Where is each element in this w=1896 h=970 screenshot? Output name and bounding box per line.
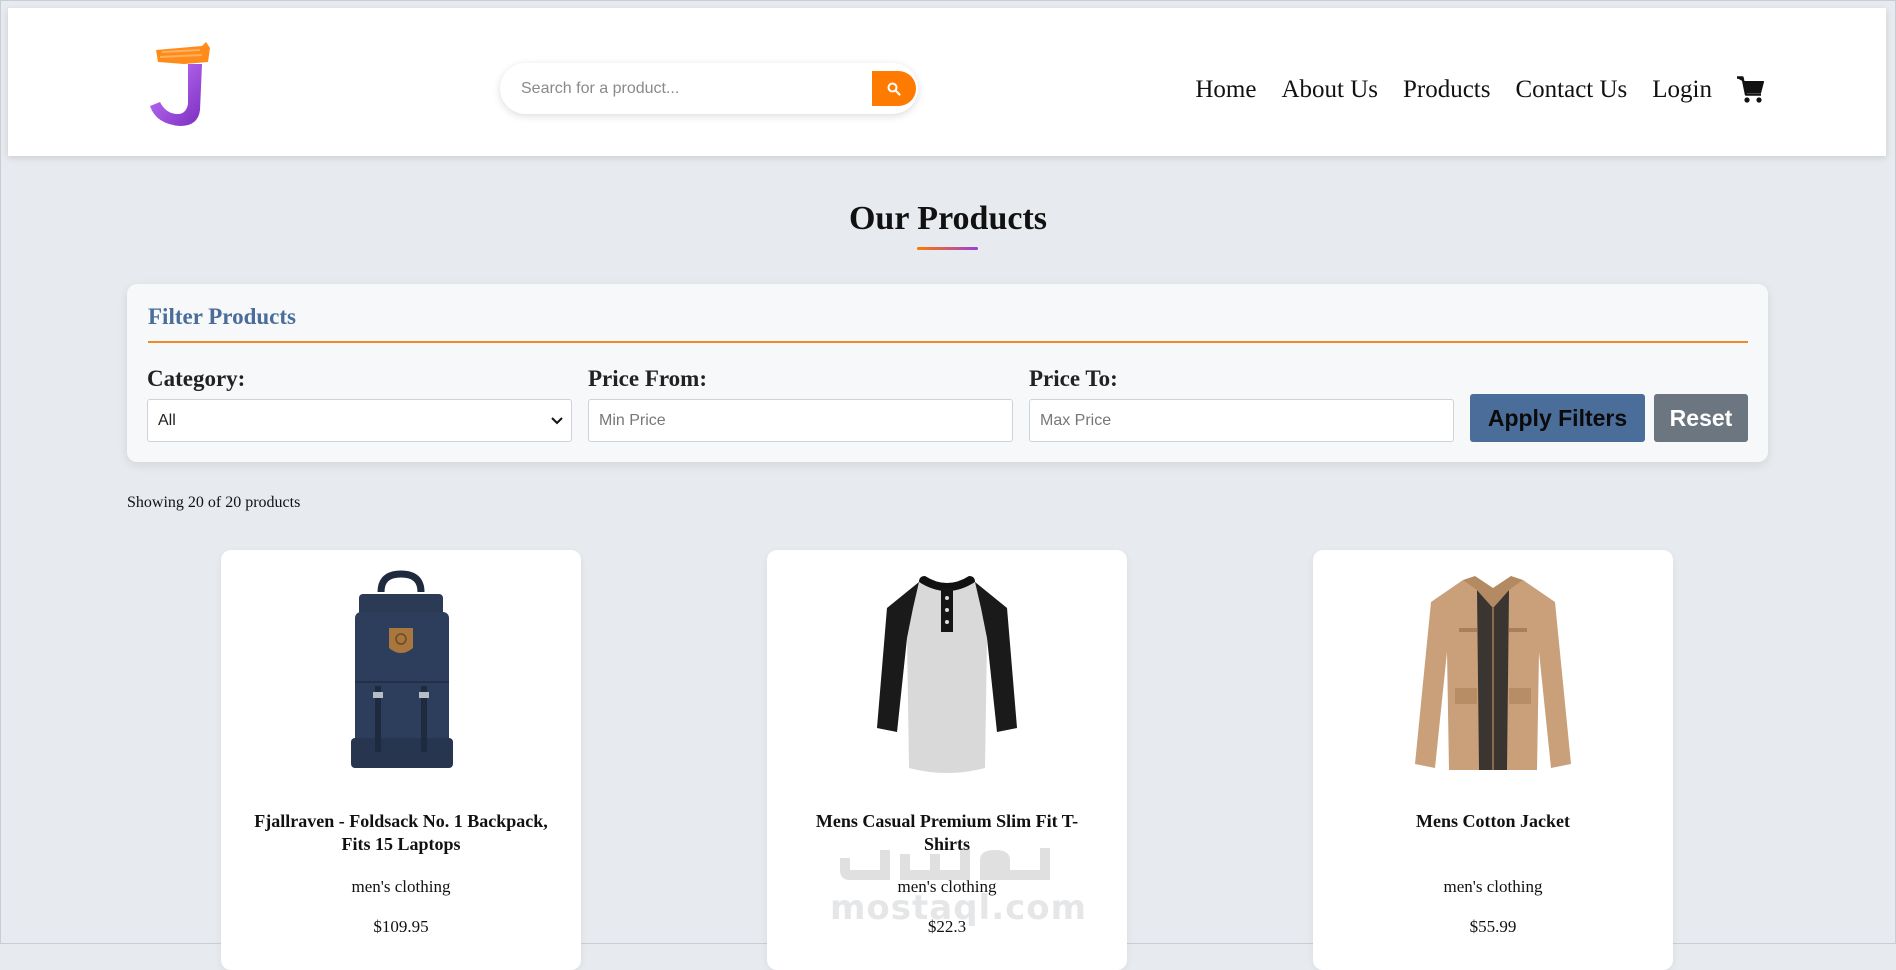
product-category: men's clothing: [1443, 877, 1543, 896]
filter-divider: [148, 341, 1748, 343]
price-from-input[interactable]: [588, 399, 1013, 442]
category-select[interactable]: All: [147, 399, 572, 442]
chevron-down-icon: [551, 416, 563, 424]
cart-button[interactable]: [1736, 76, 1766, 104]
apply-filters-button[interactable]: Apply Filters: [1470, 394, 1645, 442]
product-name[interactable]: Mens Cotton Jacket: [1343, 810, 1643, 833]
search-bar: [500, 63, 918, 114]
reset-button[interactable]: Reset: [1654, 394, 1748, 442]
cart-icon: [1737, 76, 1764, 103]
nav-home[interactable]: Home: [1195, 76, 1256, 104]
filter-title: Filter Products: [148, 304, 296, 329]
backpack-image: [351, 570, 453, 768]
product-name[interactable]: Mens Casual Premium Slim Fit T-Shirts: [797, 810, 1097, 856]
raglan-shirt-image: [877, 576, 1017, 773]
nav-about-us[interactable]: About Us: [1281, 76, 1378, 104]
results-count: Showing 20 of 20 products: [127, 494, 301, 511]
price-to-label: Price To:: [1029, 366, 1118, 391]
product-category: men's clothing: [897, 877, 997, 896]
product-category: men's clothing: [351, 877, 451, 896]
category-label: Category:: [147, 366, 246, 391]
category-selected-value: All: [158, 411, 176, 429]
nav-login[interactable]: Login: [1652, 76, 1712, 104]
product-card[interactable]: Fjallraven - Foldsack No. 1 Backpack, Fi…: [221, 550, 581, 970]
search-icon: [887, 82, 901, 96]
search-button[interactable]: [872, 71, 916, 106]
main-nav: Home About Us Products Contact Us Login: [1170, 70, 1766, 110]
price-from-label: Price From:: [588, 366, 707, 391]
filter-panel: Filter Products Category: All Price From…: [127, 284, 1768, 462]
product-price: $109.95: [373, 917, 429, 936]
product-price: $22.3: [927, 917, 967, 936]
product-price: $55.99: [1469, 917, 1517, 936]
jacket-image: [1415, 576, 1571, 770]
nav-contact-us[interactable]: Contact Us: [1515, 76, 1627, 104]
price-to-input[interactable]: [1029, 399, 1454, 442]
nav-products[interactable]: Products: [1403, 76, 1491, 104]
title-underline: [917, 247, 978, 250]
product-card[interactable]: Mens Casual Premium Slim Fit T-Shirts me…: [767, 550, 1127, 970]
product-card[interactable]: Mens Cotton Jacket men's clothing $55.99: [1313, 550, 1673, 970]
page-title: Our Products: [848, 200, 1048, 237]
site-header: Home About Us Products Contact Us Login: [8, 8, 1886, 156]
search-input[interactable]: [500, 63, 872, 114]
brand-logo[interactable]: [144, 40, 224, 130]
product-name[interactable]: Fjallraven - Foldsack No. 1 Backpack, Fi…: [251, 810, 551, 856]
